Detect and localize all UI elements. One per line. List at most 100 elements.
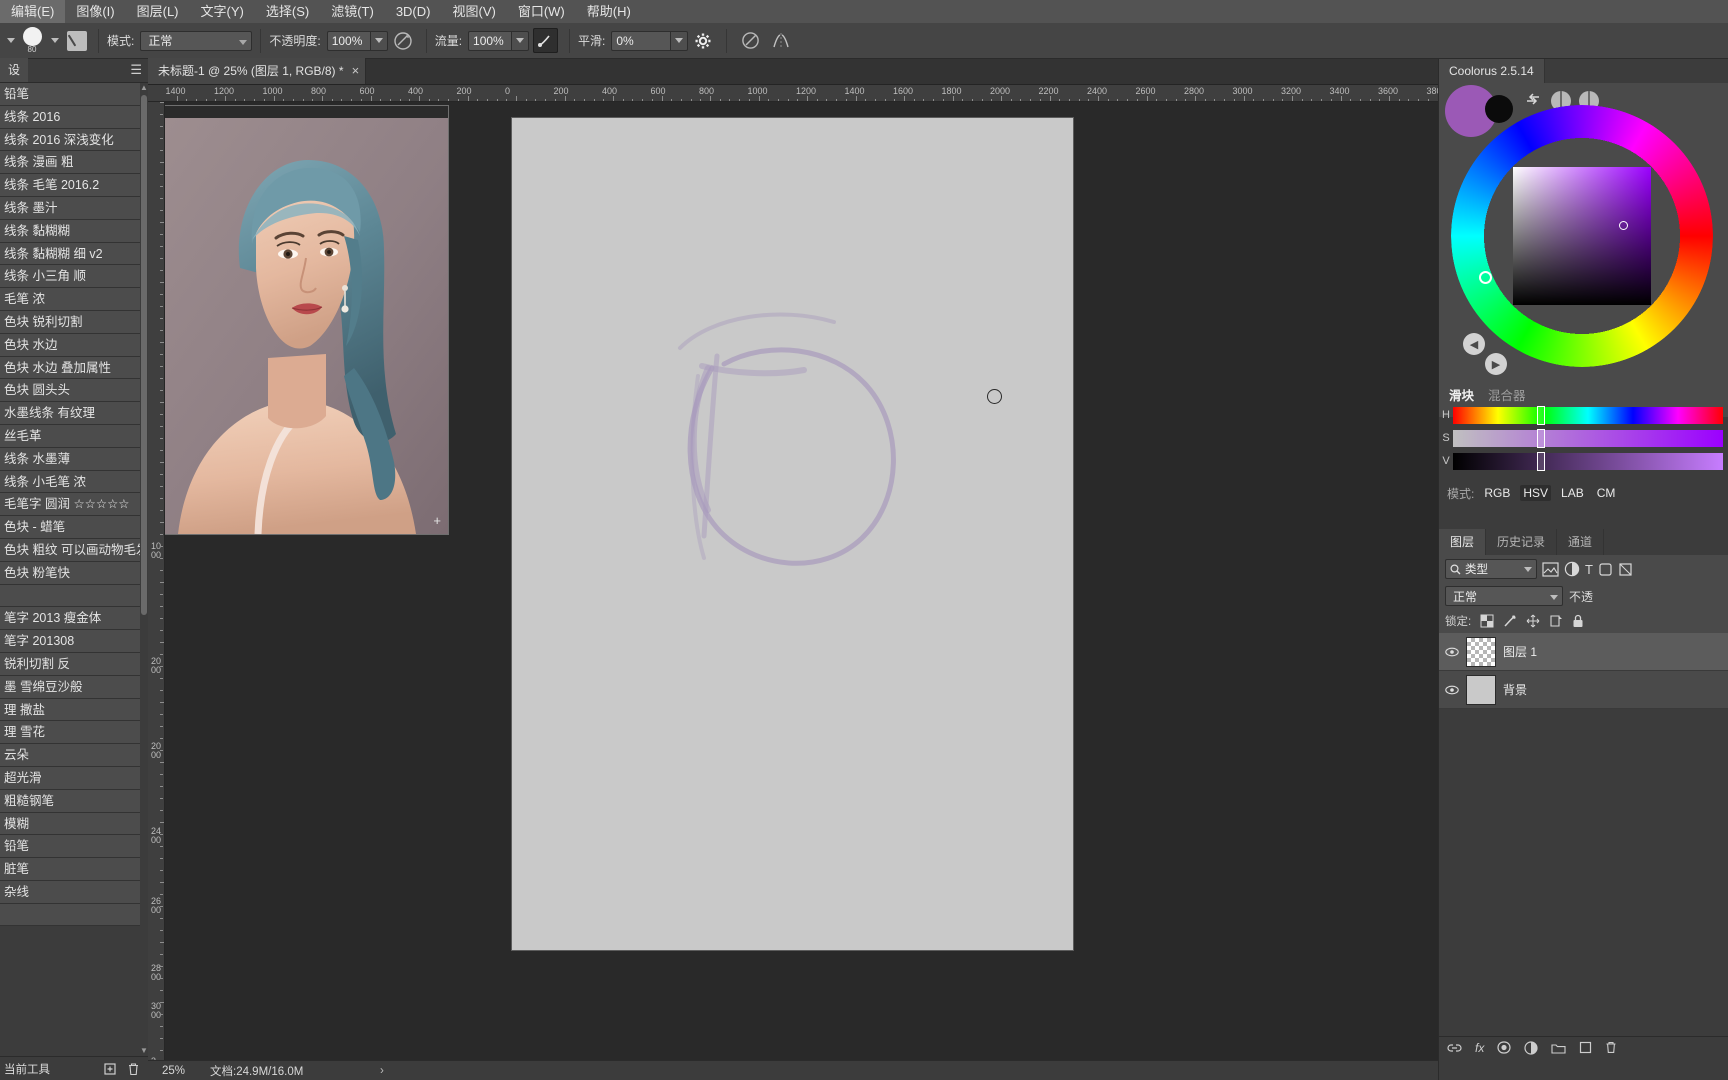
brush-preset-item[interactable]: 线条 漫画 粗	[0, 151, 140, 175]
brush-preset-item[interactable]: 水墨线条 有纹理	[0, 402, 140, 425]
brush-preset-item[interactable]: 色块 - 蜡笔	[0, 516, 140, 539]
zoom-level[interactable]: 25%	[148, 1065, 210, 1077]
brush-list-scrollbar[interactable]: ▲ ▼	[140, 83, 148, 1056]
tab-brush-presets[interactable]: 设	[0, 58, 29, 82]
smoothing-control[interactable]: 0%	[611, 30, 689, 51]
brush-preset-item[interactable]: 线条 小毛笔 浓	[0, 470, 140, 494]
layer-name[interactable]: 背景	[1503, 681, 1527, 698]
blend-mode-select[interactable]: 正常	[140, 30, 253, 51]
scroll-thumb[interactable]	[141, 95, 147, 615]
saturation-value-square[interactable]	[1513, 167, 1651, 305]
lock-artboard-icon[interactable]	[1549, 614, 1563, 628]
layer-name[interactable]: 图层 1	[1503, 643, 1537, 660]
tab-coolorus[interactable]: Coolorus 2.5.14	[1439, 59, 1545, 83]
brush-preset-item[interactable]: 笔字 201308	[0, 630, 140, 653]
brush-preset-item[interactable]: 线条 2016	[0, 105, 140, 129]
tab-mixer[interactable]: 混合器	[1488, 385, 1526, 404]
brush-preset-item[interactable]: 线条 毛笔 2016.2	[0, 174, 140, 197]
document-tab[interactable]: 未标题-1 @ 25% (图层 1, RGB/8) * ×	[148, 58, 367, 84]
brush-preset-item[interactable]: 色块 粉笔快	[0, 561, 140, 585]
brush-preset-item[interactable]: 色块 圆头头	[0, 379, 140, 403]
reference-image-window[interactable]: +	[165, 106, 448, 534]
menu-item-edit[interactable]: 编辑(E)	[0, 0, 66, 23]
symmetry-icon[interactable]	[765, 32, 797, 50]
menu-item-view[interactable]: 视图(V)	[441, 0, 506, 23]
layer-kind-select[interactable]: 类型	[1445, 559, 1537, 579]
brush-preset-item[interactable]: 墨 雪绵豆沙般	[0, 675, 140, 699]
gear-icon[interactable]	[688, 32, 718, 50]
brush-preset-item[interactable]	[0, 584, 140, 608]
new-layer-icon[interactable]	[1579, 1041, 1592, 1054]
tab-layers[interactable]: 图层	[1439, 529, 1487, 555]
brush-preset-item[interactable]: 毛笔 浓	[0, 288, 140, 311]
menu-item-window[interactable]: 窗口(W)	[507, 0, 576, 23]
status-expand-icon[interactable]: ›	[380, 1065, 384, 1077]
flow-control[interactable]: 100%	[468, 30, 530, 51]
brush-preset-item[interactable]: 笔字 2013 瘦金体	[0, 607, 140, 631]
opacity-stepper-icon[interactable]	[370, 30, 388, 51]
color-wheel[interactable]: ◀ ▶	[1443, 105, 1725, 375]
panel-menu-icon[interactable]: ☰	[130, 62, 142, 78]
brush-preset-list[interactable]: 铅笔 线条 2016 线条 2016 深浅变化 线条 漫画 粗线条 毛笔 2016.2…	[0, 83, 140, 1056]
trash-icon[interactable]	[127, 1062, 140, 1076]
brush-preset-item[interactable]: 色块 水边	[0, 333, 140, 357]
lock-all-icon[interactable]	[1572, 614, 1584, 628]
menu-item-image[interactable]: 图像(I)	[65, 0, 125, 23]
lock-transparent-icon[interactable]	[1480, 614, 1494, 628]
menu-item-help[interactable]: 帮助(H)	[576, 0, 642, 23]
brush-preset-item[interactable]: 线条 水墨薄	[0, 447, 140, 471]
adjustment-filter-icon[interactable]	[1564, 561, 1580, 577]
brush-preset-item[interactable]: 杂线	[0, 880, 140, 904]
brush-preset-item[interactable]: 线条 黏糊糊	[0, 219, 140, 243]
brush-panel-toggle-icon[interactable]	[64, 30, 90, 51]
shape-filter-icon[interactable]	[1598, 562, 1613, 577]
color-model-rgb[interactable]: RGB	[1481, 485, 1513, 501]
brush-preset-item[interactable]: 线条 墨汁	[0, 196, 140, 220]
brush-preset-picker-caret[interactable]	[4, 38, 18, 43]
smart-filter-icon[interactable]	[1618, 562, 1633, 577]
brush-preset-item[interactable]: 云朵	[0, 744, 140, 767]
layer-row-1[interactable]: 图层 1	[1439, 633, 1728, 671]
hue-slider-knob[interactable]	[1537, 405, 1545, 425]
scroll-down-icon[interactable]: ▼	[140, 1046, 148, 1056]
tab-history[interactable]: 历史记录	[1486, 529, 1558, 555]
fx-icon[interactable]: fx	[1475, 1041, 1484, 1055]
brush-preset-item[interactable]: 线条 黏糊糊 细 v2	[0, 242, 140, 266]
brush-preset-item[interactable]: 粗糙钢笔	[0, 789, 140, 813]
brush-preset-item[interactable]: 脏笔	[0, 858, 140, 881]
brush-preset-item[interactable]: 模糊	[0, 812, 140, 836]
brush-preset-item[interactable]	[0, 903, 140, 927]
menu-item-filter[interactable]: 滤镜(T)	[320, 0, 385, 23]
link-icon[interactable]	[1447, 1042, 1462, 1054]
brush-preset-item[interactable]: 色块 水边 叠加属性	[0, 356, 140, 380]
rotate-right-icon[interactable]: ▶	[1485, 353, 1507, 375]
layer-blend-mode-select[interactable]: 正常	[1445, 586, 1563, 606]
brush-preset-item[interactable]: 线条 2016 深浅变化	[0, 128, 140, 152]
hue-slider[interactable]	[1453, 405, 1723, 425]
tab-channels[interactable]: 通道	[1557, 529, 1605, 555]
value-slider-knob[interactable]	[1537, 451, 1545, 471]
layer-list[interactable]: 图层 1 背景	[1439, 633, 1728, 709]
adjustment-icon[interactable]	[1524, 1040, 1538, 1055]
brush-preset-item[interactable]: 色块 粗纹 可以画动物毛发	[0, 538, 140, 562]
brush-preset-item[interactable]: 理 撒盐	[0, 698, 140, 722]
opacity-value[interactable]: 100%	[326, 30, 371, 51]
brush-preset-item[interactable]: 超光滑	[0, 766, 140, 790]
brush-preset-item[interactable]: 毛笔字 圆润 ☆☆☆☆☆	[0, 493, 140, 517]
value-slider[interactable]	[1453, 451, 1723, 471]
plus-icon[interactable]: +	[433, 513, 441, 528]
saturation-slider-knob[interactable]	[1537, 428, 1545, 448]
color-model-cmyk[interactable]: CM	[1594, 485, 1619, 501]
layer-thumbnail[interactable]	[1466, 636, 1496, 667]
image-canvas[interactable]	[512, 118, 1073, 950]
group-icon[interactable]	[1551, 1042, 1566, 1054]
menu-item-3d[interactable]: 3D(D)	[385, 0, 442, 23]
new-preset-icon[interactable]	[103, 1062, 117, 1076]
brush-preset-item[interactable]: 丝毛革	[0, 424, 140, 448]
brush-preset-item[interactable]: 铅笔	[0, 835, 140, 859]
eye-icon[interactable]	[1445, 647, 1459, 657]
tablet-pressure-icon[interactable]	[735, 31, 765, 50]
menu-item-select[interactable]: 选择(S)	[255, 0, 320, 23]
smoothing-value[interactable]: 0%	[611, 30, 672, 51]
pressure-opacity-icon[interactable]	[388, 31, 418, 51]
